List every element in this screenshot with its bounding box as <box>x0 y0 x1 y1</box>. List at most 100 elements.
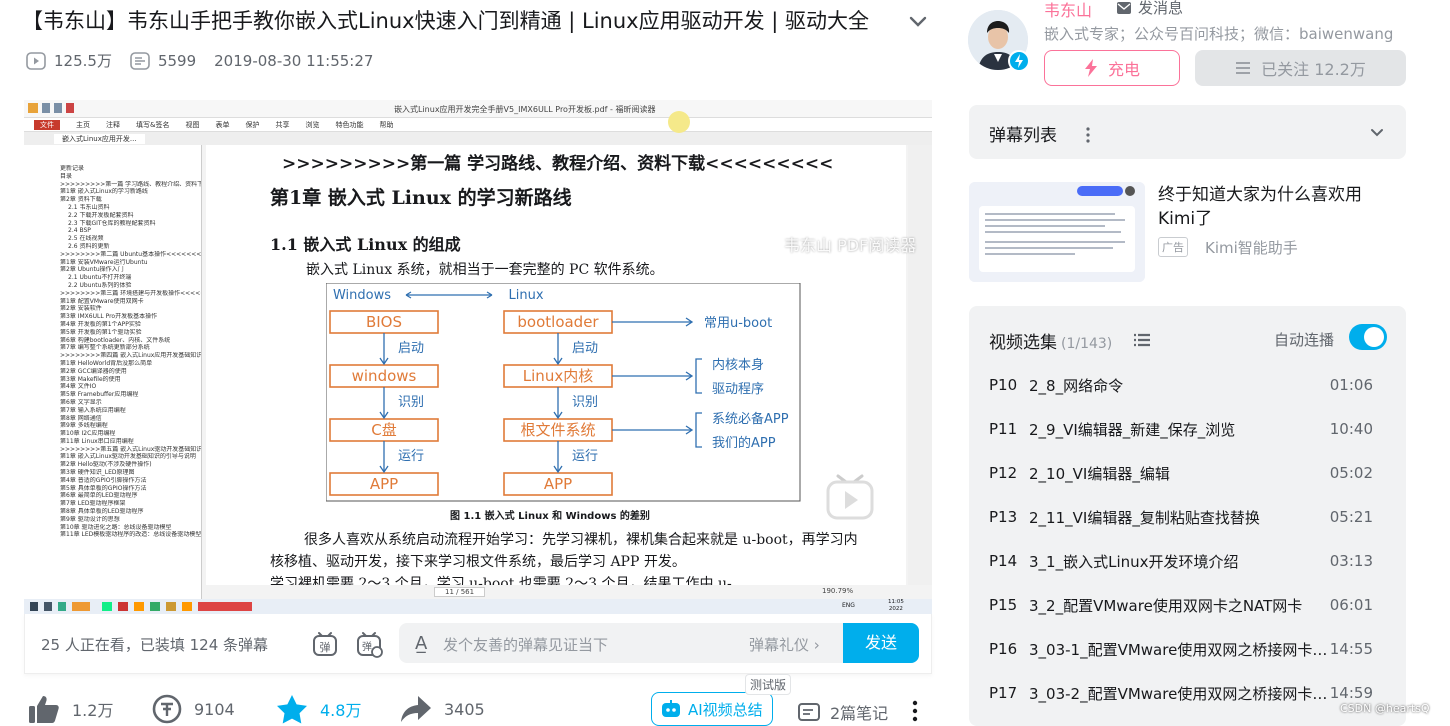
episode-list-header: 视频选集 (1/143) <box>989 328 1112 353</box>
ad-title[interactable]: 终于知道大家为什么喜欢用Kimi了 <box>1158 183 1398 231</box>
share-arrow-icon <box>401 696 431 722</box>
bookmark-item: 第5章 Framebuffer应用编程 <box>60 391 139 399</box>
video-meta: 125.5万 5599 2019-08-30 11:55:27 <box>26 50 373 71</box>
bookmark-item: 更新记录 <box>60 165 85 172</box>
like-button[interactable]: 1.2万 <box>28 694 113 724</box>
pdf-tabbar: 嵌入式Linux应用开发... <box>24 132 932 145</box>
note-icon <box>798 703 820 721</box>
diagram-right-step: 识别 <box>572 395 598 410</box>
episode-item[interactable]: P13 2_11_VI编辑器_复制粘贴查找替换 05:21 <box>989 505 1389 529</box>
bookmark-item: 第6章 文字显示 <box>60 398 102 406</box>
bookmark-item: >>>>>>>>第二篇 Ubuntu基本操作<<<<<<<< <box>60 250 201 258</box>
episode-number: P17 <box>989 684 1018 702</box>
diagram-note-bracket <box>695 412 702 448</box>
bookmark-item: 第8章 网络通信 <box>60 414 102 422</box>
charge-button[interactable]: 充电 <box>1044 50 1180 86</box>
episode-item[interactable]: P10 2_8_网络命令 01:06 <box>989 373 1389 397</box>
chevron-down-icon[interactable] <box>1369 125 1385 141</box>
svg-text:弹: 弹 <box>362 640 372 653</box>
viewer-count: 25 人正在看，已装填 124 条弹幕 <box>41 636 269 654</box>
danmaku-list-panel[interactable]: 弹幕列表 <box>969 105 1406 159</box>
autoplay-toggle[interactable] <box>1349 324 1387 350</box>
star-icon <box>277 695 307 724</box>
pdf-menu-item: 保护 <box>245 120 260 129</box>
follow-button[interactable]: 已关注 12.2万 <box>1195 50 1406 86</box>
notes-button[interactable]: 2篇笔记 <box>798 700 888 724</box>
share-button[interactable]: 3405 <box>400 694 485 724</box>
bookmark-item: 第2章 Ubuntu操作入门 <box>60 266 124 274</box>
notes-label: 2篇笔记 <box>830 704 889 723</box>
danmaku-toggle-icon[interactable]: 弹 <box>311 630 339 658</box>
mail-icon <box>1117 1 1131 14</box>
bookmark-item: 第6章 构建bootloader、内核、文件系统 <box>60 336 171 344</box>
coin-count: 9104 <box>194 699 235 719</box>
message-button[interactable]: 发消息 <box>1116 0 1183 18</box>
episode-item[interactable]: P16 3_03-1_配置VMware使用双网之桥接网卡之设置 14:55 <box>989 637 1389 661</box>
diagram-right-label: 根文件系统 <box>520 421 595 439</box>
episode-number: P12 <box>989 464 1018 482</box>
play-button[interactable] <box>816 468 884 530</box>
verified-badge-icon <box>1008 50 1030 72</box>
episode-name: 2_9_VI编辑器_新建_保存_浏览 <box>1029 420 1236 439</box>
bookmark-item: 第1章 HelloWorld背后没那么简单 <box>60 359 153 367</box>
danmaku-etiquette-link[interactable]: 弹幕礼仪 › <box>749 634 820 655</box>
ai-summary-button[interactable]: AI视频总结 <box>651 692 773 726</box>
episode-item[interactable]: P15 3_2_配置VMware使用双网卡之NAT网卡 06:01 <box>989 593 1389 617</box>
ad-source[interactable]: Kimi智能助手 <box>1205 237 1298 258</box>
episode-item[interactable]: P11 2_9_VI编辑器_新建_保存_浏览 10:40 <box>989 417 1389 441</box>
list-view-icon[interactable] <box>1133 333 1151 347</box>
bookmark-item: 第3章 硬件知识_LED原理图 <box>60 469 135 477</box>
episode-item[interactable]: P17 3_03-2_配置VMware使用双网之桥接网卡之验证 14:59 <box>989 681 1389 705</box>
episode-name: 2_8_网络命令 <box>1029 376 1124 395</box>
bookmark-item: 2.4 BSP <box>68 227 91 235</box>
favorite-button[interactable]: 4.8万 <box>276 694 361 724</box>
bookmark-item: 第1章 安装VMware运行Ubuntu <box>60 258 148 266</box>
episode-duration: 05:02 <box>1329 464 1373 482</box>
uploader-name[interactable]: 韦东山 <box>1044 0 1092 21</box>
bookmark-item: 第3章 Makefile的使用 <box>60 375 121 383</box>
bookmark-item: 第11章 Linux串口应用编程 <box>60 437 134 445</box>
diagram-left-label: C盘 <box>371 421 396 439</box>
ad-thumbnail[interactable] <box>969 182 1145 282</box>
diagram-note-arrow <box>612 425 694 435</box>
diagram-left-arrow <box>379 333 389 366</box>
bookmark-item: 第5章 具体单板的GPIO操作方法 <box>60 484 147 492</box>
diagram-left-arrow <box>379 441 389 474</box>
bookmark-item: 第1章 嵌入式Linux驱动开发基础知识的引导与说明 <box>60 453 196 461</box>
danmaku-settings-icon[interactable]: 弹 <box>355 630 383 658</box>
episode-name: 3_1_嵌入式Linux开发环境介绍 <box>1029 552 1239 571</box>
bookmark-item: 第3章 IMX6ULL Pro开发板基本操作 <box>60 313 158 321</box>
diagram-left-label: APP <box>370 475 398 493</box>
diagram-left-step: 启动 <box>398 341 424 356</box>
bookmark-item: 2.3 下载GIT仓库的教程配套资料 <box>68 219 156 227</box>
publish-date: 2019-08-30 11:55:27 <box>214 51 374 70</box>
pdf-menu-item: 注释 <box>106 120 120 129</box>
pdf-menubar: 文件 主页 注释 填写&签名 视图 表单 保护 共享 浏览 特色功能 帮助 <box>24 118 932 132</box>
bookmark-item: 第2章 资料下载 <box>60 196 102 204</box>
danmaku-list-more-icon[interactable] <box>1085 127 1091 143</box>
diagram-right-header: Linux <box>508 288 543 303</box>
bookmark-item: >>>>>>>>第五篇 嵌入式Linux驱动开发基础知识 <box>60 445 201 453</box>
episode-duration: 01:06 <box>1329 376 1373 394</box>
pdf-menu-item: 填写&签名 <box>136 120 170 129</box>
bookmark-item: 2.5 在线视频 <box>68 235 104 243</box>
coin-button[interactable]: 9104 <box>152 694 235 724</box>
send-button[interactable]: 发送 <box>843 623 919 663</box>
danmaku-input[interactable]: A̲ 发个友善的弹幕见证当下 弹幕礼仪 › 发送 <box>399 623 919 663</box>
thumbs-up-icon <box>29 696 59 723</box>
more-options-icon[interactable] <box>912 700 918 722</box>
diagram-right-label: Linux内核 <box>523 367 593 385</box>
bookmark-item: 第8章 具体单板的LED驱动程序 <box>60 508 144 516</box>
chevron-down-icon[interactable] <box>906 9 930 33</box>
episode-name: 3_2_配置VMware使用双网卡之NAT网卡 <box>1029 596 1303 615</box>
svg-text:弹: 弹 <box>320 640 331 654</box>
video-player[interactable]: 嵌入式Linux应用开发完全手册V5_IMX6ULL Pro开发板.pdf - … <box>24 100 932 614</box>
text-style-icon[interactable]: A̲ <box>415 633 427 654</box>
episode-item[interactable]: P12 2_10_VI编辑器_编辑 05:02 <box>989 461 1389 485</box>
episode-number: P15 <box>989 596 1018 614</box>
doc-intro: 嵌入式 Linux 系统，就相当于一套完整的 PC 软件系统。 <box>306 262 664 278</box>
bookmark-item: 第9章 驱动设计的思想 <box>60 515 120 523</box>
video-title: 【韦东山】韦东山手把手教你嵌入式Linux快速入门到精通 | Linux应用驱动… <box>22 9 870 33</box>
episode-item[interactable]: P14 3_1_嵌入式Linux开发环境介绍 03:13 <box>989 549 1389 573</box>
tray-date: 2022 <box>888 606 903 612</box>
